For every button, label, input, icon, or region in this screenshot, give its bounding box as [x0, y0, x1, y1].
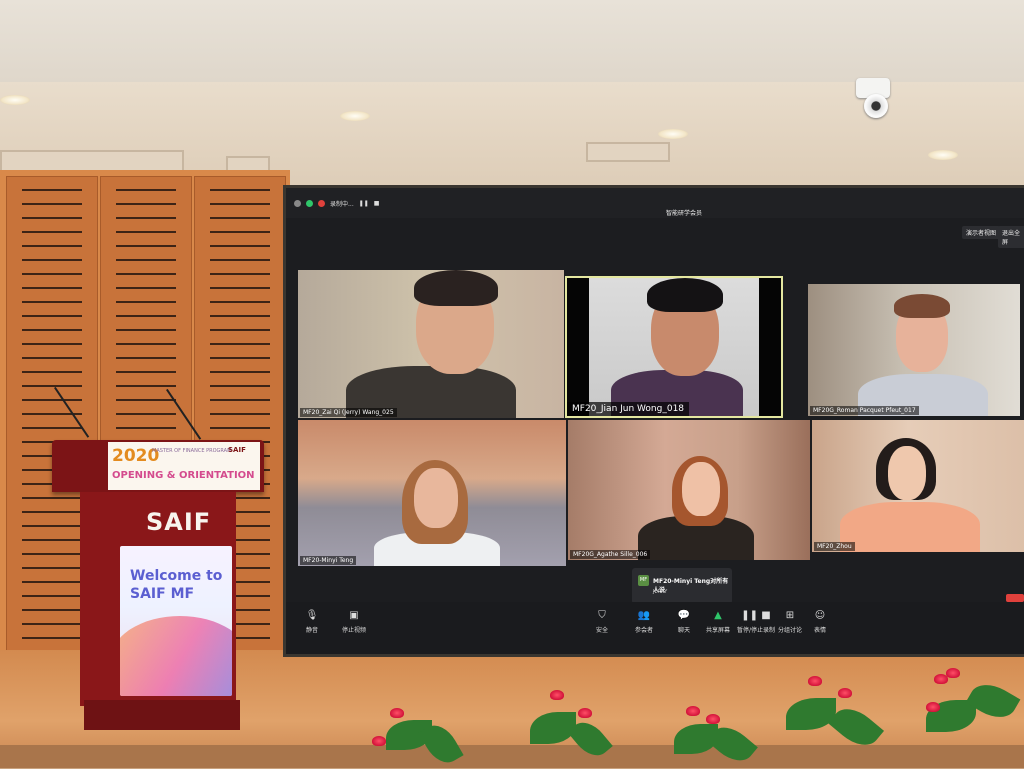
security-camera [852, 78, 890, 120]
security-button[interactable]: ⛉ 安全 [582, 610, 622, 634]
shield-icon: ⛉ [598, 610, 606, 621]
ceiling-light [340, 111, 370, 121]
sender-avatar: MF [638, 575, 649, 586]
stop-video-button[interactable]: ▣ 停止视频 [334, 610, 374, 634]
end-meeting-button[interactable] [1006, 594, 1024, 602]
participant-name: MF20G_Roman Pacquet Pfeut_017 [810, 406, 919, 415]
stop-video-label: 停止视频 [341, 627, 366, 634]
participants-label: 参会者 [634, 627, 653, 634]
chat-notification[interactable]: MF MF20-Minyi Teng对所有人说 JERRY [632, 568, 732, 604]
ceiling-light [658, 129, 688, 139]
chat-label: 聊天 [677, 627, 690, 634]
video-tile[interactable]: MF20-Minyi Teng [298, 420, 566, 566]
video-tile[interactable]: MF20G_Roman Pacquet Pfeut_017 [808, 284, 1020, 416]
participant-name: MF20_Zai Qi (Jerry) Wang_025 [300, 408, 397, 417]
ceiling-light [928, 150, 958, 160]
ceiling-light [0, 95, 30, 105]
stop-icon[interactable]: ■ [374, 200, 380, 207]
mute-label: 静音 [305, 627, 318, 634]
ceiling-vent [586, 142, 670, 162]
exit-fullscreen-button[interactable]: 退出全屏 [998, 226, 1024, 248]
flower-pot [906, 666, 1024, 768]
video-tile[interactable]: MF20_Zai Qi (Jerry) Wang_025 [298, 270, 564, 418]
microphone-icon: 🎙 [305, 610, 319, 621]
share-screen-icon: ▲ [714, 610, 722, 621]
mute-button[interactable]: 🎙 静音 [292, 610, 332, 634]
people-icon: 👥 [637, 610, 651, 621]
video-tile-active-speaker[interactable]: MF20_Jian Jun Wong_018 [567, 278, 781, 416]
pause-icon[interactable]: ❚❚ [359, 200, 369, 207]
info-icon [294, 199, 301, 207]
podium-base [84, 700, 240, 730]
shield-icon [306, 199, 313, 207]
flower-pot [656, 696, 766, 769]
sign-title: OPENING & ORIENTATION [112, 470, 255, 481]
share-screen-button[interactable]: ▲ 共享屏幕 [698, 610, 738, 634]
recording-status[interactable]: 录制中... ❚❚ ■ [294, 196, 379, 210]
flower-pot [366, 700, 476, 769]
participant-name: MF20G_Agathe Sille_006 [570, 550, 651, 559]
participants-button[interactable]: 👥 参会者 [624, 610, 664, 634]
sign-logo: SAIF [228, 446, 246, 454]
video-camera-icon: ▣ [349, 610, 359, 621]
chat-message: JERRY [653, 589, 668, 595]
security-label: 安全 [595, 627, 608, 634]
meeting-toolbar: 🎙 静音 ▣ 停止视频 ⛉ 安全 👥 参会者 💬 聊天 ▲ 共享屏幕 ❚❚ ■ … [286, 602, 1024, 654]
window-title: 智能研学会员 [666, 210, 703, 217]
speaker-view-button[interactable]: 演示者视图 [962, 226, 1001, 239]
flower-pot [510, 686, 620, 768]
meeting-top-bar: 录制中... ❚❚ ■ 智能研学会员 [286, 188, 1024, 218]
recording-label: 录制中... [330, 200, 354, 208]
video-grid: MF20_Zai Qi (Jerry) Wang_025 MF20_Jian J… [298, 270, 1024, 570]
banner-line-1: Welcome to [130, 568, 223, 584]
participant-name: MF20_Zhou [814, 542, 855, 551]
smiley-icon: ☺ [814, 610, 826, 621]
reactions-label: 表情 [813, 627, 826, 634]
sign-subtitle: MASTER OF FINANCE PROGRAM [152, 448, 232, 454]
breakout-rooms-label: 分组讨论 [777, 627, 802, 634]
flower-pot [778, 672, 898, 768]
podium-brand: SAIF [146, 508, 212, 536]
banner-graphic [120, 616, 232, 696]
video-tile[interactable]: MF20_Zhou [812, 420, 1024, 552]
participant-name: MF20-Minyi Teng [300, 556, 357, 565]
projection-screen: 录制中... ❚❚ ■ 智能研学会员 演示者视图 退出全屏 MF20_Zai Q… [286, 188, 1024, 654]
welcome-banner: Welcome to SAIF MF [120, 546, 232, 696]
share-screen-label: 共享屏幕 [705, 627, 730, 634]
video-tile[interactable]: MF20G_Agathe Sille_006 [568, 420, 810, 560]
participant-name: MF20_Jian Jun Wong_018 [567, 402, 690, 416]
reactions-button[interactable]: ☺ 表情 [800, 610, 840, 634]
banner-line-2: SAIF MF [130, 586, 195, 602]
record-icon [318, 199, 325, 207]
